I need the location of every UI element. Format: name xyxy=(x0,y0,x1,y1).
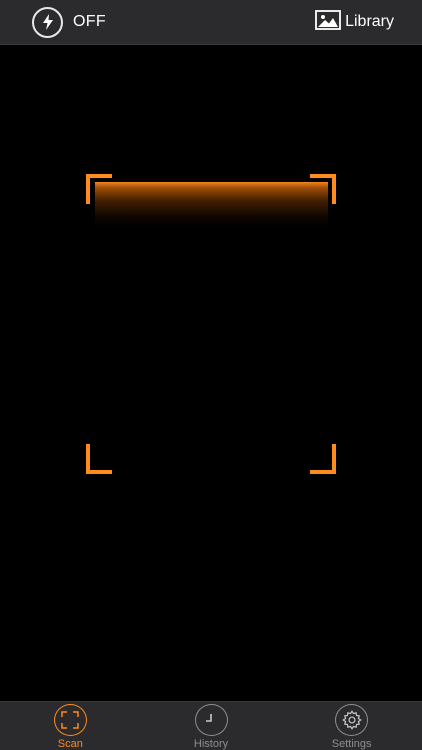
flash-state-label: OFF xyxy=(73,13,106,30)
scan-line xyxy=(95,182,328,228)
tab-settings[interactable]: Settings xyxy=(281,702,422,750)
tab-history[interactable]: History xyxy=(141,702,282,750)
top-bar: OFF Library xyxy=(0,0,422,45)
tab-scan[interactable]: Scan xyxy=(0,702,141,750)
tab-settings-label: Settings xyxy=(331,738,372,750)
scanner-screen: OFF Library Scan History Settings xyxy=(0,0,422,750)
tab-history-label: History xyxy=(193,738,229,750)
scan-frame-corner-bottom-left xyxy=(86,444,112,474)
clock-icon xyxy=(194,704,228,736)
tab-bar: Scan History Settings xyxy=(0,701,422,750)
scan-icon xyxy=(53,704,87,736)
library-label: Library xyxy=(345,13,394,30)
gear-icon xyxy=(335,704,369,736)
flash-toggle-button[interactable]: OFF xyxy=(32,5,106,39)
photo-library-icon xyxy=(315,9,341,35)
scan-frame-corner-bottom-right xyxy=(310,444,336,474)
library-button[interactable]: Library xyxy=(315,5,394,39)
flash-icon xyxy=(32,6,63,38)
tab-scan-label: Scan xyxy=(57,738,83,750)
